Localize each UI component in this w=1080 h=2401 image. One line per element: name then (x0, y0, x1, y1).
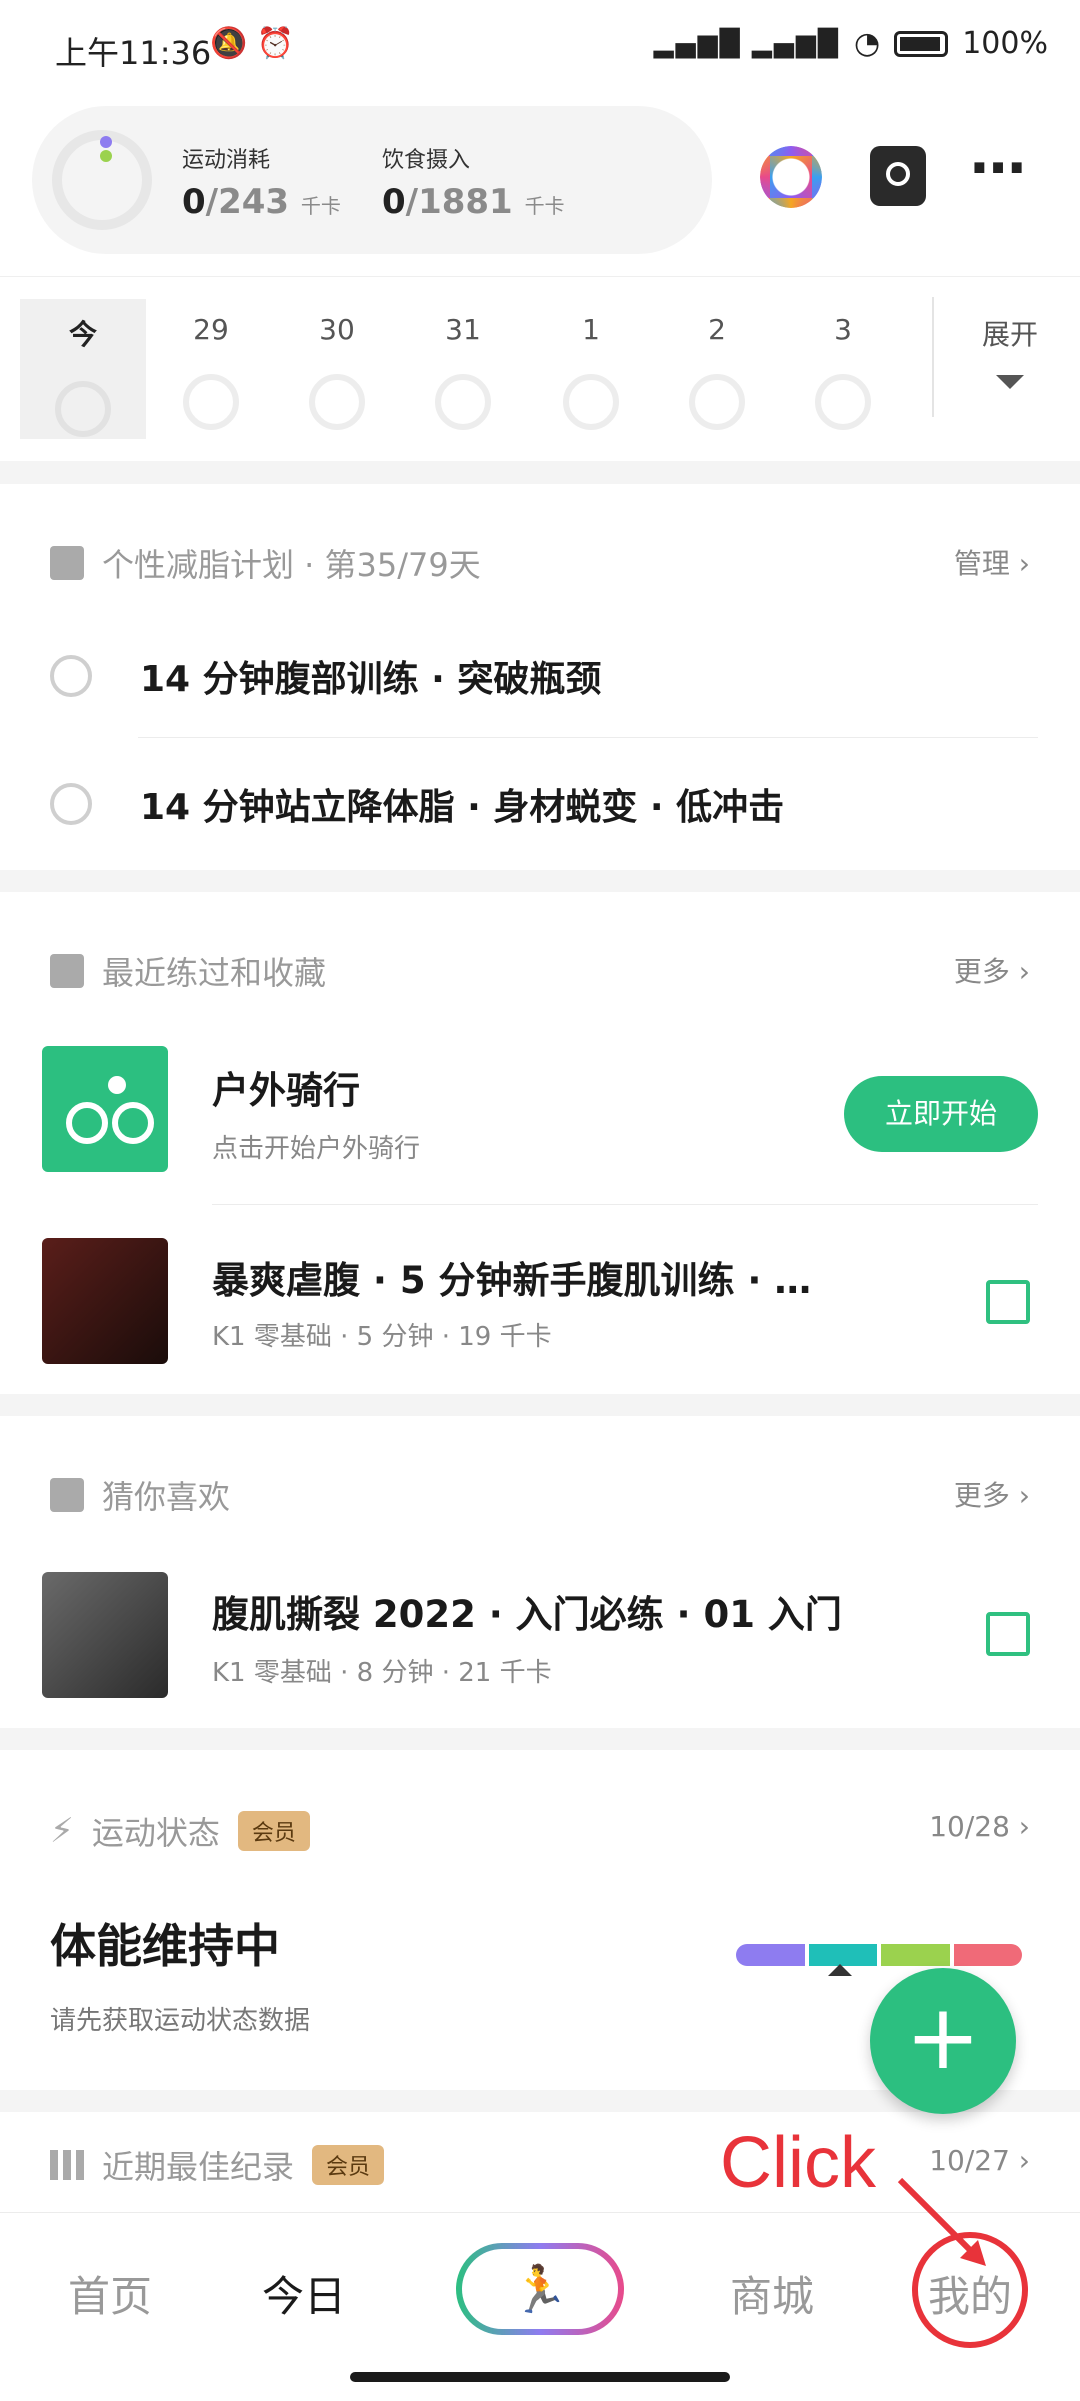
item-subtitle: K1 零基础 · 8 分钟 · 21 千卡 (212, 1658, 552, 1688)
exercise-value: 0/243 千卡 (182, 182, 341, 222)
calendar-day[interactable]: 3 (780, 299, 906, 439)
status-bar: 上午11:36 🔕 ⏰ ▂▄▆█ ▂▄▆█ ◔ 100% (0, 0, 1080, 96)
week-calendar: 今 29 30 31 1 2 3 展开 (0, 276, 1080, 461)
add-to-schedule-icon[interactable] (986, 1280, 1030, 1324)
recent-more-link[interactable]: 更多 › (954, 950, 1030, 990)
status-scale-bar (736, 1944, 1022, 1966)
divider (932, 297, 934, 417)
recommend-card: 猜你喜欢 更多 › 腹肌撕裂 2022 · 入门必练 · 01 入门 K1 零基… (0, 1416, 1080, 1728)
calendar-icon (50, 546, 84, 580)
wifi-icon: ◔ (854, 26, 881, 61)
click-annotation-arrow-icon (897, 2177, 986, 2266)
more-options-icon[interactable]: ⋯ (970, 136, 1026, 201)
start-button[interactable]: 立即开始 (844, 1076, 1038, 1152)
colorful-ring-icon[interactable] (760, 146, 822, 208)
watch-icon[interactable] (870, 146, 926, 206)
expand-button[interactable]: 展开 (960, 313, 1060, 389)
recent-title: 最近练过和收藏 (50, 948, 326, 994)
member-badge: 会员 (312, 2145, 385, 2185)
home-indicator (350, 2372, 730, 2382)
calendar-day[interactable]: 29 (148, 299, 274, 439)
item-title[interactable]: 暴爽虐腹 · 5 分钟新手腹肌训练 · … (212, 1250, 811, 1304)
records-title: 近期最佳纪录 会员 (50, 2142, 385, 2188)
battery-level: 100% (962, 26, 1048, 61)
item-subtitle: 点击开始户外骑行 (212, 1134, 421, 1164)
add-to-schedule-icon[interactable] (986, 1612, 1030, 1656)
food-value: 0/1881 千卡 (382, 182, 565, 222)
silent-alarm-icons: 🔕 ⏰ (210, 26, 295, 61)
status-subtitle: 请先获取运动状态数据 (50, 2006, 311, 2036)
exercise-label: 运动消耗 (182, 148, 271, 173)
calorie-summary[interactable]: 运动消耗 0/243 千卡 饮食摄入 0/1881 千卡 (32, 106, 712, 254)
run-center-button[interactable]: 🏃 (456, 2243, 624, 2335)
cycling-thumbnail[interactable] (42, 1046, 168, 1172)
plan-task[interactable]: 14 分钟站立降体脂 · 身材蜕变 · 低冲击 (50, 778, 784, 830)
checkbox-circle-icon[interactable] (50, 783, 92, 825)
member-badge: 会员 (237, 1811, 310, 1851)
nav-mall[interactable]: 商城 (730, 2263, 814, 2324)
signal-icon: ▂▄▆█ ▂▄▆█ (653, 28, 841, 59)
lightning-icon: ⚡ (50, 1811, 74, 1851)
recent-card: 最近练过和收藏 更多 › 户外骑行 点击开始户外骑行 立即开始 暴爽虐腹 · 5… (0, 892, 1080, 1394)
food-label: 饮食摄入 (382, 148, 471, 173)
nav-home[interactable]: 首页 (68, 2263, 152, 2324)
battery-icon (894, 30, 949, 57)
manage-link[interactable]: 管理 › (954, 542, 1030, 582)
click-annotation-label: Click (720, 2123, 876, 2203)
plan-task[interactable]: 14 分钟腹部训练 · 突破瓶颈 (50, 650, 601, 702)
item-title[interactable]: 户外骑行 (212, 1060, 360, 1114)
status-time: 上午11:36 (55, 34, 212, 72)
daily-summary-header: 运动消耗 0/243 千卡 饮食摄入 0/1881 千卡 ⋯ (0, 96, 1080, 276)
folder-icon (50, 954, 84, 988)
calendar-day[interactable]: 30 (274, 299, 400, 439)
recommend-title: 猜你喜欢 (50, 1472, 230, 1518)
status-date[interactable]: 10/28 › (929, 1810, 1030, 1843)
bar-chart-icon (50, 2150, 84, 2180)
status-heading: 体能维持中 (50, 1919, 280, 1973)
running-icon: 🏃 (511, 2262, 569, 2316)
calendar-icon (50, 1478, 84, 1512)
plan-title: 个性减脂计划 · 第35/79天 (50, 540, 481, 586)
calendar-day[interactable]: 31 (400, 299, 526, 439)
calendar-day[interactable]: 1 (528, 299, 654, 439)
calendar-day-today[interactable]: 今 (20, 299, 146, 439)
plan-card: 个性减脂计划 · 第35/79天 管理 › 14 分钟腹部训练 · 突破瓶颈 1… (0, 484, 1080, 870)
item-title[interactable]: 腹肌撕裂 2022 · 入门必练 · 01 入门 (212, 1584, 842, 1638)
add-fab-button[interactable]: + (870, 1968, 1016, 2114)
recommend-more-link[interactable]: 更多 › (954, 1474, 1030, 1514)
workout-thumbnail[interactable] (42, 1238, 168, 1364)
status-right: ▂▄▆█ ▂▄▆█ ◔ 100% (654, 26, 1048, 61)
calendar-day[interactable]: 2 (654, 299, 780, 439)
nav-today[interactable]: 今日 (262, 2263, 346, 2324)
chevron-down-icon (996, 375, 1024, 389)
status-marker-icon (828, 1964, 852, 1976)
workout-thumbnail[interactable] (42, 1572, 168, 1698)
checkbox-circle-icon[interactable] (50, 655, 92, 697)
item-subtitle: K1 零基础 · 5 分钟 · 19 千卡 (212, 1322, 552, 1352)
sport-status-title: ⚡ 运动状态 会员 (50, 1808, 310, 1854)
